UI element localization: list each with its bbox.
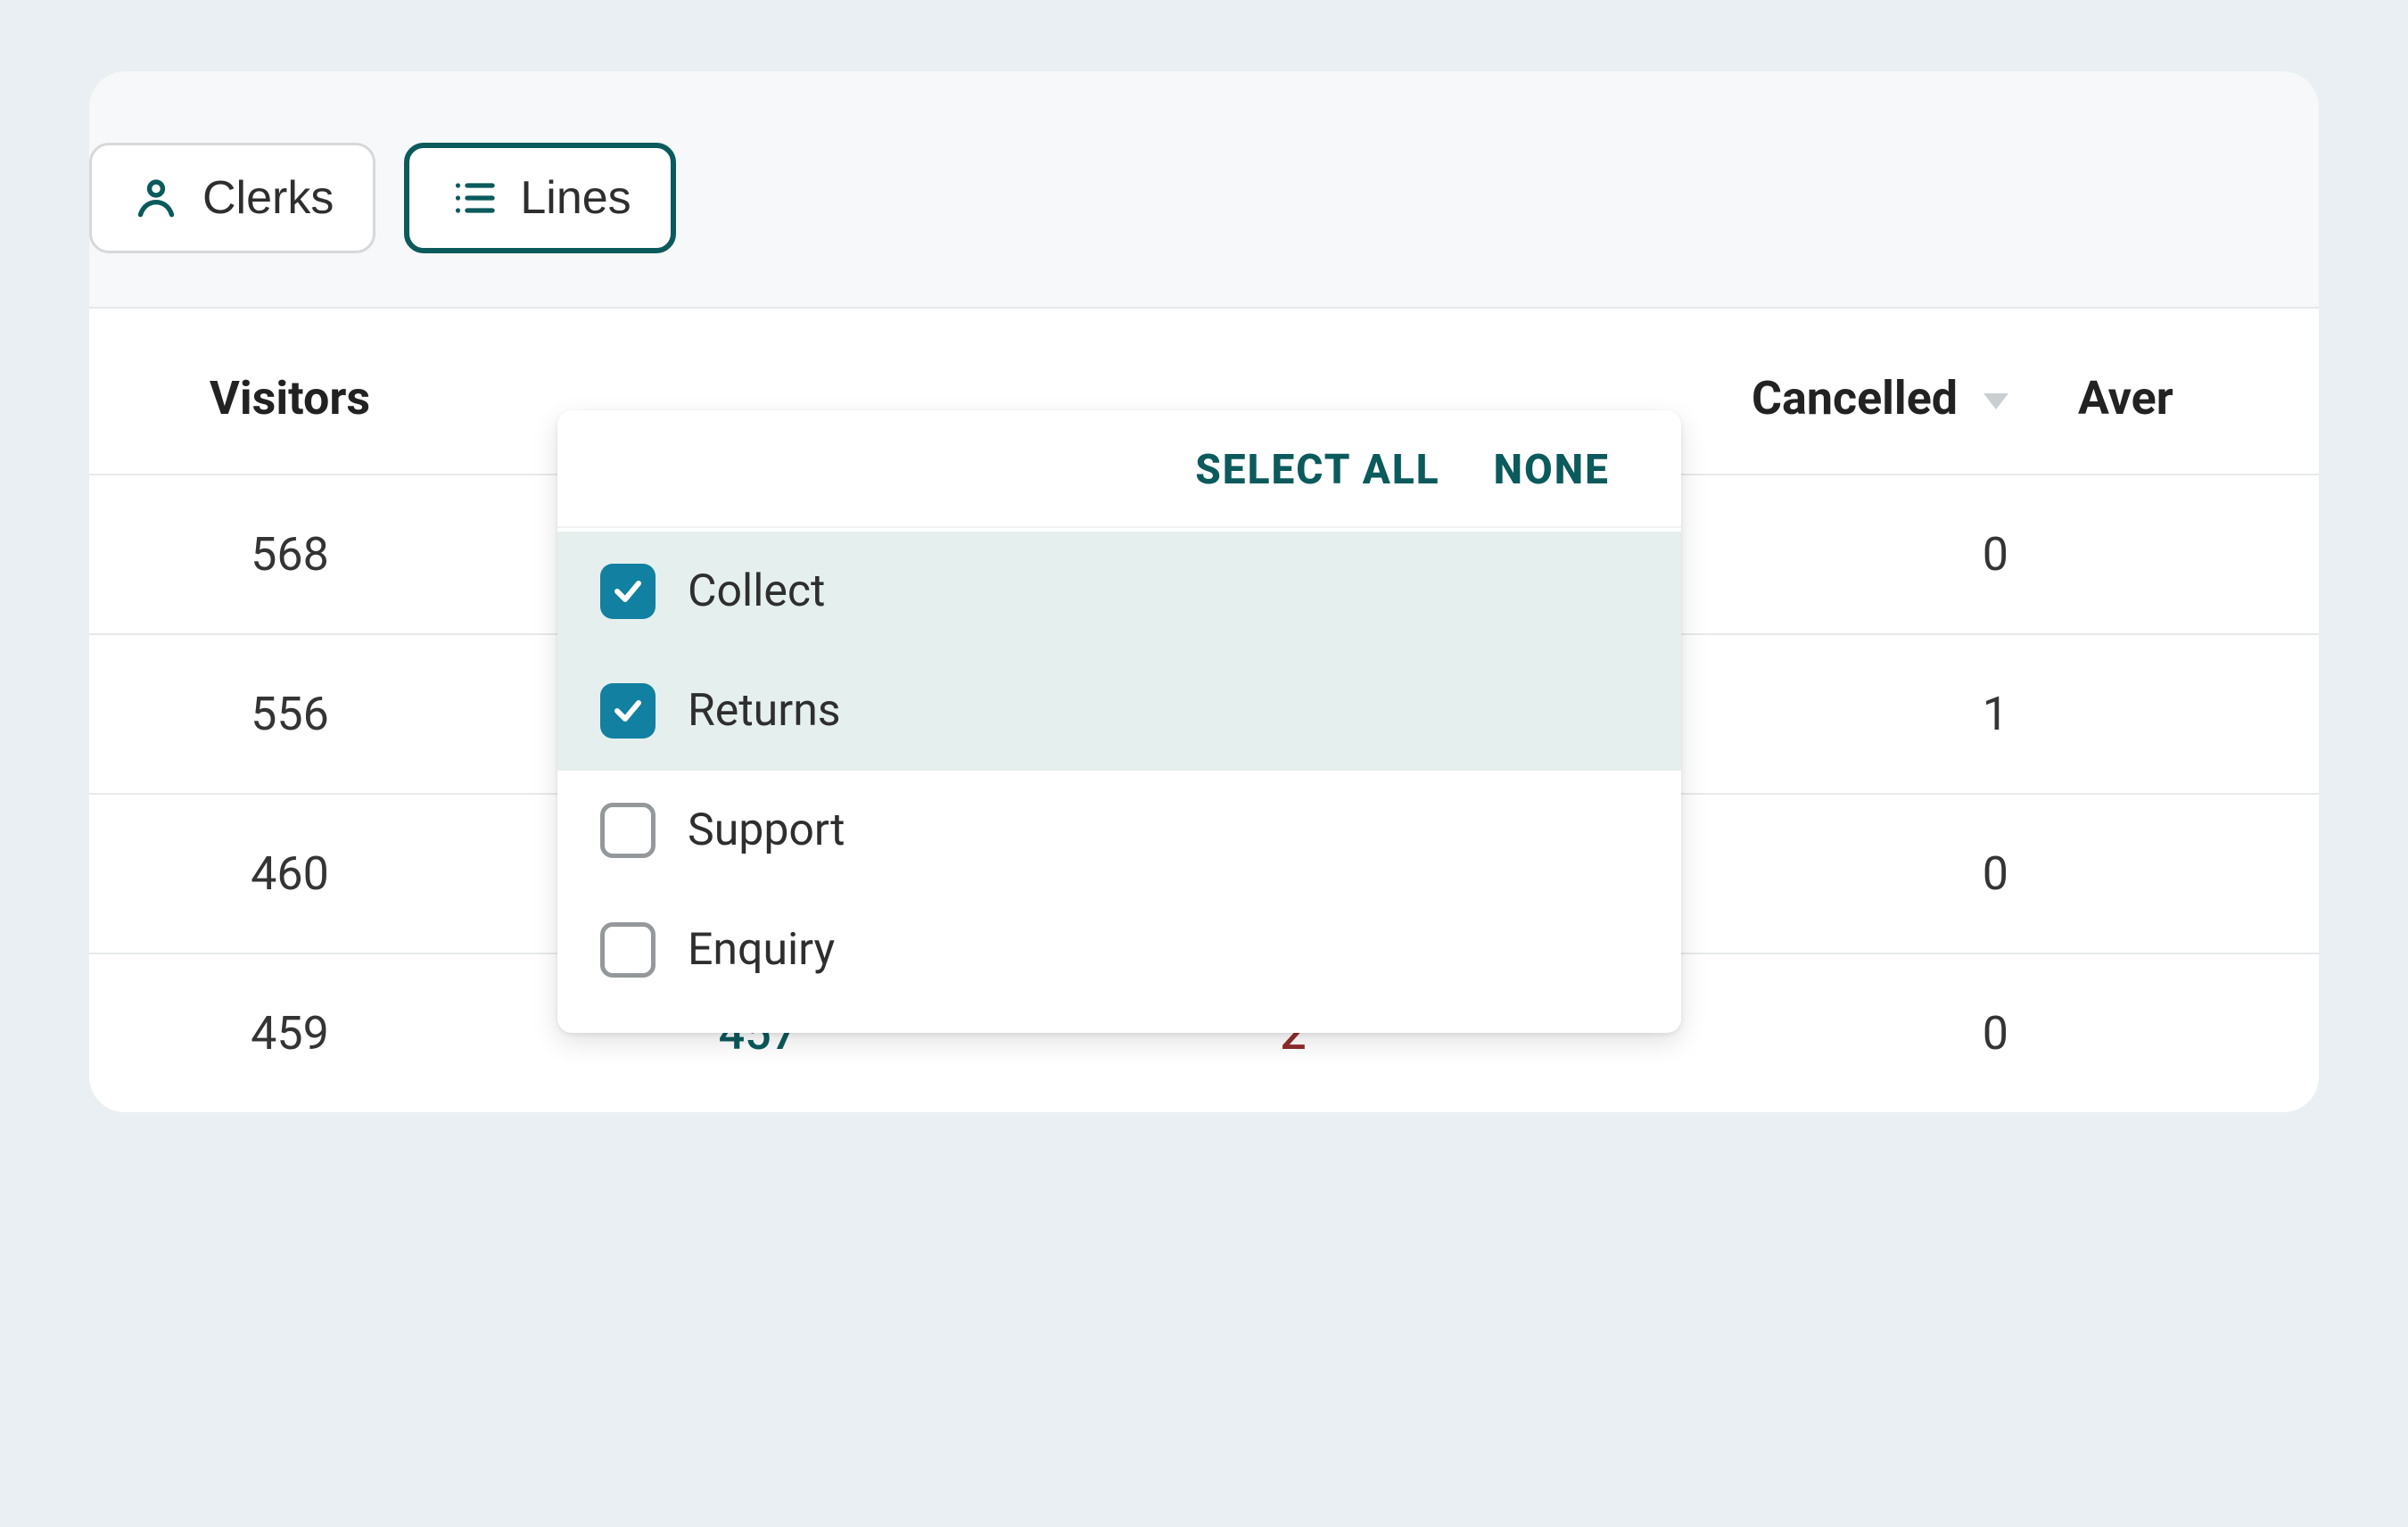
sort-caret-icon [1983, 393, 2008, 409]
cell-aver [2051, 475, 2319, 634]
column-header-label: Aver [2078, 371, 2173, 425]
dropdown-item-label: Collect [688, 565, 825, 617]
dropdown-item-collect[interactable]: Collect [557, 532, 1681, 651]
column-header-visitors[interactable]: Visitors [89, 309, 491, 475]
filter-clerks-button[interactable]: Clerks [89, 143, 375, 253]
checkbox-icon [600, 803, 656, 858]
filter-clerks-label: Clerks [202, 171, 334, 225]
dropdown-item-label: Support [688, 805, 845, 856]
dropdown-header: SELECT ALL NONE [557, 410, 1681, 528]
dropdown-item-label: Returns [688, 685, 841, 737]
cell-visitors: 459 [89, 953, 491, 1112]
checkbox-icon [600, 922, 656, 978]
dropdown-item-returns[interactable]: Returns [557, 651, 1681, 771]
cell-visitors: 460 [89, 794, 491, 953]
cell-aver [2051, 953, 2319, 1112]
filter-lines-label: Lines [520, 171, 631, 225]
dropdown-item-label: Enquiry [688, 924, 835, 976]
column-header-aver[interactable]: Aver [2051, 309, 2319, 475]
column-header-label: Cancelled [1752, 371, 1958, 425]
dropdown-item-support[interactable]: Support [557, 771, 1681, 890]
filter-bar: Clerks Lines [80, 71, 2310, 307]
cell-visitors: 556 [89, 634, 491, 794]
checkbox-icon [600, 683, 656, 739]
filter-lines-button[interactable]: Lines [404, 143, 675, 253]
cell-visitors: 568 [89, 475, 491, 634]
select-all-button[interactable]: SELECT ALL [1195, 446, 1439, 494]
cell-aver [2051, 634, 2319, 794]
dropdown-list: Collect Returns Support Enquiry [557, 528, 1681, 1033]
checkbox-icon [600, 564, 656, 619]
dropdown-item-enquiry[interactable]: Enquiry [557, 890, 1681, 1010]
cell-aver [2051, 794, 2319, 953]
lines-dropdown: SELECT ALL NONE Collect Returns Support [557, 410, 1681, 1033]
column-header-label: Visitors [210, 371, 370, 425]
report-panel: Clerks Lines Visitors [89, 71, 2319, 1112]
select-none-button[interactable]: NONE [1494, 446, 1610, 494]
list-icon [449, 173, 499, 223]
person-icon [131, 173, 181, 223]
